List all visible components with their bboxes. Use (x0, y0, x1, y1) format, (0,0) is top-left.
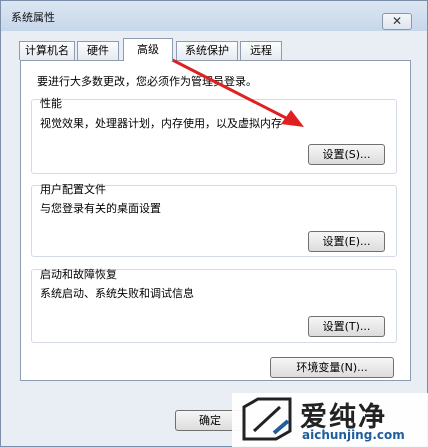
startup-title: 启动和故障恢复 (40, 268, 117, 281)
environment-variables-button[interactable]: 环境变量(N)... (270, 357, 394, 378)
startup-settings-button[interactable]: 设置(T)... (308, 316, 385, 337)
tab-remote[interactable]: 远程 (240, 41, 282, 60)
tab-hardware[interactable]: 硬件 (77, 41, 119, 60)
startup-desc: 系统启动、系统失败和调试信息 (40, 287, 194, 300)
close-button[interactable]: ✕ (382, 13, 412, 30)
window-title: 系统属性 (11, 11, 55, 24)
profile-desc: 与您登录有关的桌面设置 (40, 202, 161, 215)
admin-notice: 要进行大多数更改，您必须作为管理员登录。 (37, 75, 257, 88)
watermark-logo-icon (242, 397, 292, 441)
profile-title: 用户配置文件 (40, 183, 106, 196)
watermark-url: aichunjing.com (302, 428, 405, 442)
tab-system-protection[interactable]: 系统保护 (176, 41, 238, 60)
performance-desc: 视觉效果，处理器计划，内存使用，以及虚拟内存 (40, 117, 282, 130)
performance-title: 性能 (40, 97, 62, 110)
tab-advanced[interactable]: 高级 (123, 38, 173, 61)
tab-computer-name[interactable]: 计算机名 (19, 41, 75, 60)
system-properties-window: 系统属性 ✕ 计算机名 硬件 高级 系统保护 远程 要进行大多数更改，您必须作为… (0, 0, 428, 447)
performance-settings-button[interactable]: 设置(S)... (308, 144, 385, 165)
profile-settings-button[interactable]: 设置(E)... (308, 231, 385, 252)
title-bar[interactable]: 系统属性 ✕ (1, 1, 427, 31)
close-icon: ✕ (391, 14, 403, 28)
watermark: 爱纯净 aichunjing.com (232, 393, 428, 447)
